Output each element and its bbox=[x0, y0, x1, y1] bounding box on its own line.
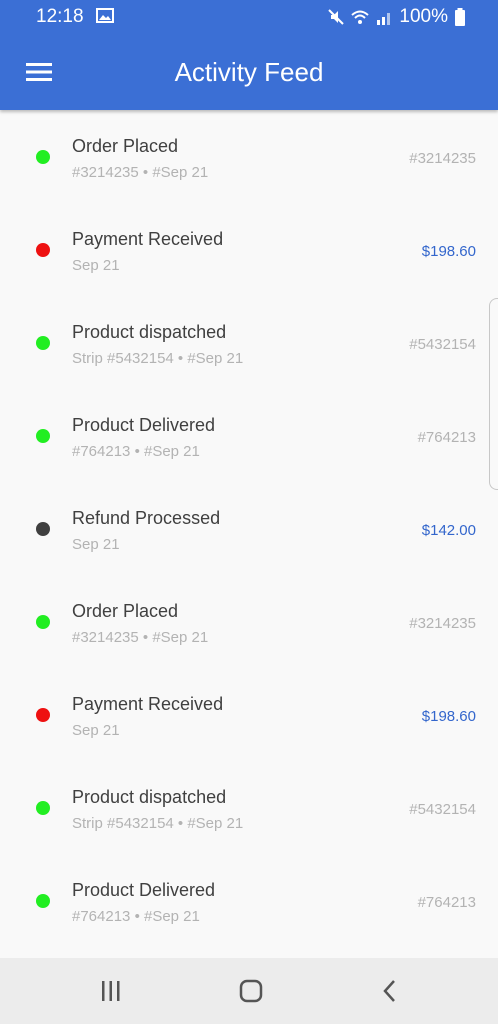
status-icons: 100% bbox=[327, 6, 466, 28]
battery-icon bbox=[455, 8, 465, 26]
list-item[interactable]: Product dispatched Strip #5432154 • #Sep… bbox=[0, 296, 498, 389]
status-dot bbox=[36, 150, 50, 164]
item-subtitle: #764213 • #Sep 21 bbox=[72, 908, 200, 925]
scroll-handle[interactable] bbox=[489, 298, 498, 490]
home-icon[interactable] bbox=[236, 976, 266, 1006]
status-dot bbox=[36, 894, 50, 908]
list-item[interactable]: Product dispatched Strip #5432154 • #Sep… bbox=[0, 761, 498, 854]
status-dot bbox=[36, 801, 50, 815]
image-icon bbox=[96, 8, 114, 23]
item-value: #764213 bbox=[417, 894, 476, 911]
status-bar: 12:18 100% bbox=[0, 0, 498, 33]
app-bar: 12:18 100% Activity Feed bbox=[0, 0, 498, 110]
list-item[interactable]: Payment Received Sep 21 $198.60 bbox=[0, 668, 498, 761]
item-subtitle: #3214235 • #Sep 21 bbox=[72, 629, 209, 646]
status-dot bbox=[36, 336, 50, 350]
list-item[interactable]: Order Placed #3214235 • #Sep 21 #3214235 bbox=[0, 110, 498, 203]
status-dot bbox=[36, 429, 50, 443]
battery-percent: 100% bbox=[399, 6, 448, 27]
status-dot bbox=[36, 708, 50, 722]
page-title: Activity Feed bbox=[174, 57, 324, 87]
item-value: $198.60 bbox=[421, 243, 476, 260]
item-value: #5432154 bbox=[409, 801, 476, 818]
system-nav-bar bbox=[0, 958, 498, 1024]
item-value: #5432154 bbox=[409, 336, 476, 353]
recents-icon[interactable] bbox=[96, 976, 126, 1006]
list-item[interactable]: Product Delivered #764213 • #Sep 21 #764… bbox=[0, 854, 498, 947]
item-subtitle: Strip #5432154 • #Sep 21 bbox=[72, 815, 244, 832]
item-title: Order Placed bbox=[72, 601, 179, 621]
status-dot bbox=[36, 243, 50, 257]
status-time: 12:18 bbox=[36, 6, 84, 27]
status-dot bbox=[36, 522, 50, 536]
activity-feed-list: Order Placed #3214235 • #Sep 21 #3214235… bbox=[0, 110, 498, 947]
item-subtitle: #764213 • #Sep 21 bbox=[72, 443, 200, 460]
item-title: Payment Received bbox=[72, 694, 224, 714]
back-icon[interactable] bbox=[375, 976, 405, 1006]
list-item[interactable]: Payment Received Sep 21 $198.60 bbox=[0, 203, 498, 296]
item-title: Product Delivered bbox=[72, 880, 216, 900]
item-subtitle: Sep 21 bbox=[72, 536, 120, 553]
item-subtitle: Sep 21 bbox=[72, 257, 120, 274]
item-subtitle: Sep 21 bbox=[72, 722, 120, 739]
wifi-icon bbox=[351, 10, 370, 24]
status-dot bbox=[36, 615, 50, 629]
list-item[interactable]: Refund Processed Sep 21 $142.00 bbox=[0, 482, 498, 575]
item-subtitle: #3214235 • #Sep 21 bbox=[72, 164, 209, 181]
item-title: Refund Processed bbox=[72, 508, 221, 528]
item-value: #764213 bbox=[417, 429, 476, 446]
item-subtitle: Strip #5432154 • #Sep 21 bbox=[72, 350, 244, 367]
item-title: Product Delivered bbox=[72, 415, 216, 435]
list-item[interactable]: Product Delivered #764213 • #Sep 21 #764… bbox=[0, 389, 498, 482]
list-item[interactable]: Order Placed #3214235 • #Sep 21 #3214235 bbox=[0, 575, 498, 668]
item-title: Product dispatched bbox=[72, 322, 227, 342]
item-value: #3214235 bbox=[409, 615, 476, 632]
item-value: #3214235 bbox=[409, 150, 476, 167]
item-title: Product dispatched bbox=[72, 787, 227, 807]
mute-icon bbox=[328, 9, 345, 25]
item-title: Payment Received bbox=[72, 229, 224, 249]
signal-icon bbox=[377, 13, 391, 25]
item-value: $198.60 bbox=[421, 708, 476, 725]
item-title: Order Placed bbox=[72, 136, 179, 156]
item-value: $142.00 bbox=[421, 522, 476, 539]
